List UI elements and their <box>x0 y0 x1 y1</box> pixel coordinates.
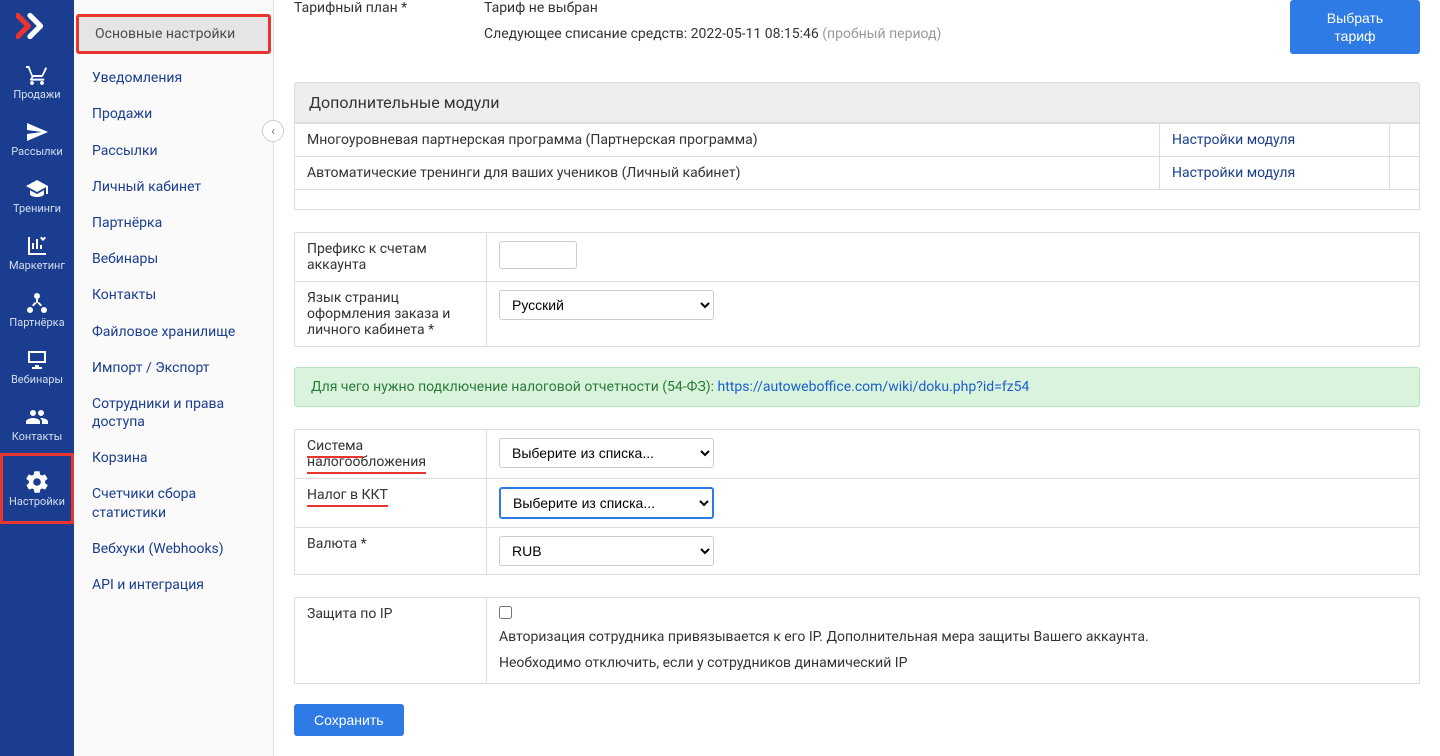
rail-label: Партнёрка <box>9 316 64 329</box>
rail-label: Тренинги <box>13 202 61 215</box>
logo <box>13 6 61 46</box>
rail-trainings[interactable]: Тренинги <box>0 168 74 225</box>
rail-mailings[interactable]: Рассылки <box>0 111 74 168</box>
sidemenu-notifications[interactable]: Уведомления <box>74 60 273 96</box>
prefix-label: Префикс к счетам аккаунта <box>295 233 487 282</box>
module-settings-link[interactable]: Настройки модуля <box>1172 132 1295 148</box>
rail-label: Продажи <box>13 88 60 101</box>
tariff-next-prefix: Следующее списание средств: <box>484 26 691 42</box>
rail-label: Настройки <box>9 495 65 508</box>
module-settings-link[interactable]: Настройки модуля <box>1172 165 1295 181</box>
prefix-input[interactable] <box>499 241 577 269</box>
tax-system-select[interactable]: Выберите из списка... <box>499 438 714 468</box>
tax-system-label: Система налогообложения <box>307 438 426 474</box>
tax-kkt-select[interactable]: Выберите из списка... <box>499 487 714 519</box>
sidemenu-import-export[interactable]: Импорт / Экспорт <box>74 350 273 386</box>
users-icon <box>23 404 51 430</box>
rail-partnerka[interactable]: Партнёрка <box>0 282 74 339</box>
gear-icon <box>23 469 51 495</box>
graduation-icon <box>23 176 51 202</box>
tariff-plan-label: Тарифный план * <box>294 0 484 54</box>
module-name: Автоматические тренинги для ваших ученик… <box>295 157 1160 190</box>
rail-label: Вебинары <box>11 373 63 386</box>
tax-kkt-label: Налог в ККТ <box>307 487 388 507</box>
sidemenu-sales[interactable]: Продажи <box>74 96 273 132</box>
sidemenu-webhooks[interactable]: Вебхуки (Webhooks) <box>74 531 273 567</box>
rail-label: Рассылки <box>11 145 63 158</box>
form-ip-protect: Защита по IP Авторизация сотрудника прив… <box>294 597 1420 683</box>
rail-contacts[interactable]: Контакты <box>0 396 74 453</box>
modules-table: Многоуровневая партнерская программа (Па… <box>294 123 1420 210</box>
save-button[interactable]: Сохранить <box>294 704 404 736</box>
table-row: Многоуровневая партнерская программа (Па… <box>295 124 1420 157</box>
collapse-sidemenu-button[interactable]: ‹ <box>262 120 284 142</box>
network-icon <box>23 290 51 316</box>
module-name: Многоуровневая партнерская программа (Па… <box>295 124 1160 157</box>
ip-protect-checkbox[interactable] <box>499 606 512 619</box>
tariff-next-date: 2022-05-11 08:15:46 <box>691 26 819 42</box>
choose-tariff-button[interactable]: Выбрать тариф <box>1290 0 1420 54</box>
ip-protect-label: Защита по IP <box>295 598 487 683</box>
chart-icon <box>23 233 51 259</box>
rail-sales[interactable]: Продажи <box>0 54 74 111</box>
language-select[interactable]: Русский <box>499 290 714 320</box>
currency-label: Валюта * <box>295 528 487 575</box>
ip-help-2: Необходимо отключить, если у сотрудников… <box>499 653 1407 675</box>
sidemenu-trash[interactable]: Корзина <box>74 440 273 476</box>
currency-select[interactable]: RUB <box>499 536 714 566</box>
empty-row <box>295 190 1420 210</box>
tariff-trial-note: (пробный период) <box>819 26 942 42</box>
rail-webinars[interactable]: Вебинары <box>0 339 74 396</box>
settings-sidemenu: ‹ Основные настройки Уведомления Продажи… <box>74 0 274 756</box>
modules-heading: Дополнительные модули <box>294 82 1420 123</box>
table-row <box>295 190 1420 210</box>
rail-label: Маркетинг <box>9 259 65 272</box>
sidemenu-personal[interactable]: Личный кабинет <box>74 169 273 205</box>
sidemenu-api[interactable]: API и интеграция <box>74 567 273 603</box>
form-prefix-lang: Префикс к счетам аккаунта Язык страниц о… <box>294 232 1420 347</box>
ip-help-1: Авторизация сотрудника привязывается к е… <box>499 627 1407 649</box>
rail-label: Контакты <box>12 430 63 443</box>
module-extra-cell <box>1390 124 1420 157</box>
main-rail: Продажи Рассылки Тренинги Маркетинг Парт <box>0 0 74 756</box>
sidemenu-webinars[interactable]: Вебинары <box>74 241 273 277</box>
sidemenu-contacts[interactable]: Контакты <box>74 277 273 313</box>
rail-settings[interactable]: Настройки <box>0 453 74 524</box>
sidemenu-staff-rights[interactable]: Сотрудники и права доступа <box>74 386 273 440</box>
sidemenu-filestorage[interactable]: Файловое хранилище <box>74 314 273 350</box>
tariff-plan-value: Тариф не выбран <box>484 0 1290 16</box>
fz54-link[interactable]: https://autoweboffice.com/wiki/doku.php?… <box>718 379 1030 395</box>
sidemenu-mailings[interactable]: Рассылки <box>74 133 273 169</box>
module-extra-cell <box>1390 157 1420 190</box>
sidemenu-partnerka[interactable]: Партнёрка <box>74 205 273 241</box>
sidemenu-basic-settings[interactable]: Основные настройки <box>76 14 271 54</box>
table-row: Автоматические тренинги для ваших ученик… <box>295 157 1420 190</box>
cart-icon <box>23 62 51 88</box>
fz54-info-banner: Для чего нужно подключение налоговой отч… <box>294 367 1420 407</box>
send-icon <box>23 119 51 145</box>
rail-marketing[interactable]: Маркетинг <box>0 225 74 282</box>
info-text: Для чего нужно подключение налоговой отч… <box>311 379 718 395</box>
chevron-left-icon: ‹ <box>271 124 275 138</box>
form-tax-currency: Система налогообложения Выберите из спис… <box>294 429 1420 575</box>
presentation-icon <box>23 347 51 373</box>
sidemenu-counters[interactable]: Счетчики сбора статистики <box>74 476 273 530</box>
main-content: Тарифный план * Тариф не выбран Следующе… <box>274 0 1440 756</box>
lang-label: Язык страниц оформления заказа и личного… <box>295 282 487 347</box>
